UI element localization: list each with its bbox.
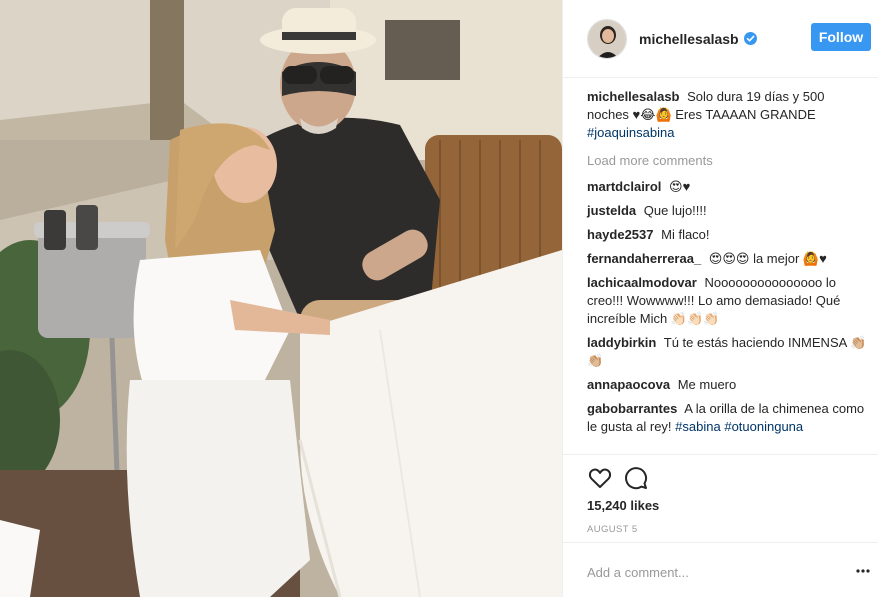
comment-item: justelda Que lujo!!!! [587, 202, 867, 220]
comment-text: Mi flaco! [661, 227, 710, 242]
comment-author[interactable]: lachicaalmodovar [587, 275, 697, 290]
comment-hashtag[interactable]: #otuoninguna [724, 419, 803, 434]
comment-text: Que lujo!!!! [643, 203, 707, 218]
action-bar [563, 454, 878, 500]
instagram-post: michellesalasb Follow michellesalasb Sol… [0, 0, 878, 597]
comment-author[interactable]: laddybirkin [587, 335, 656, 350]
comment-author[interactable]: hayde2537 [587, 227, 654, 242]
comment-author[interactable]: martdclairol [587, 179, 661, 194]
comments-list: michellesalasb Solo dura 19 días y 500 n… [587, 88, 867, 442]
comment-item: gabobarrantes A la orilla de la chimenea… [587, 400, 867, 436]
ellipsis-icon[interactable] [855, 563, 871, 579]
comment-author[interactable]: annapaocova [587, 377, 670, 392]
post-caption: michellesalasb Solo dura 19 días y 500 n… [587, 88, 867, 142]
add-comment-input[interactable] [587, 563, 827, 581]
comment-author[interactable]: fernandaherreraa_ [587, 251, 701, 266]
comment-hashtag[interactable]: #sabina [675, 419, 721, 434]
photo-illustration [0, 0, 562, 597]
comment-item: laddybirkin Tú te estás haciendo INMENSA… [587, 334, 867, 370]
comment-author[interactable]: gabobarrantes [587, 401, 677, 416]
likes-count[interactable]: 15,240 likes [587, 498, 659, 513]
comment-item: hayde2537 Mi flaco! [587, 226, 867, 244]
load-more-comments-link[interactable]: Load more comments [587, 152, 867, 170]
speech-bubble-icon[interactable] [623, 465, 649, 491]
avatar[interactable] [587, 18, 627, 59]
caption-hashtag[interactable]: #joaquinsabina [587, 125, 674, 140]
post-photo[interactable] [0, 0, 562, 597]
post-author-username[interactable]: michellesalasb [639, 31, 739, 47]
comment-item: fernandaherreraa_ 😍😍😍 la mejor 🙆♥ [587, 250, 867, 268]
avatar-image [588, 19, 626, 58]
post-header: michellesalasb Follow [563, 0, 878, 78]
caption-author[interactable]: michellesalasb [587, 89, 680, 104]
post-date[interactable]: AUGUST 5 [587, 524, 638, 535]
comment-item: martdclairol 😍♥ [587, 178, 867, 196]
comment-item: annapaocova Me muero [587, 376, 867, 394]
comment-text: 😍♥ [669, 179, 691, 194]
comment-text: 😍😍😍 la mejor 🙆♥ [708, 251, 827, 266]
comment-text: Me muero [677, 377, 737, 392]
comment-item: lachicaalmodovar Nooooooooooooooo lo cre… [587, 274, 867, 328]
add-comment-bar [563, 542, 878, 597]
heart-outline-icon[interactable] [587, 465, 613, 491]
post-side-panel: michellesalasb Follow michellesalasb Sol… [562, 0, 878, 597]
comment-author[interactable]: justelda [587, 203, 636, 218]
verified-badge-icon [743, 32, 757, 45]
follow-button[interactable]: Follow [811, 23, 871, 51]
